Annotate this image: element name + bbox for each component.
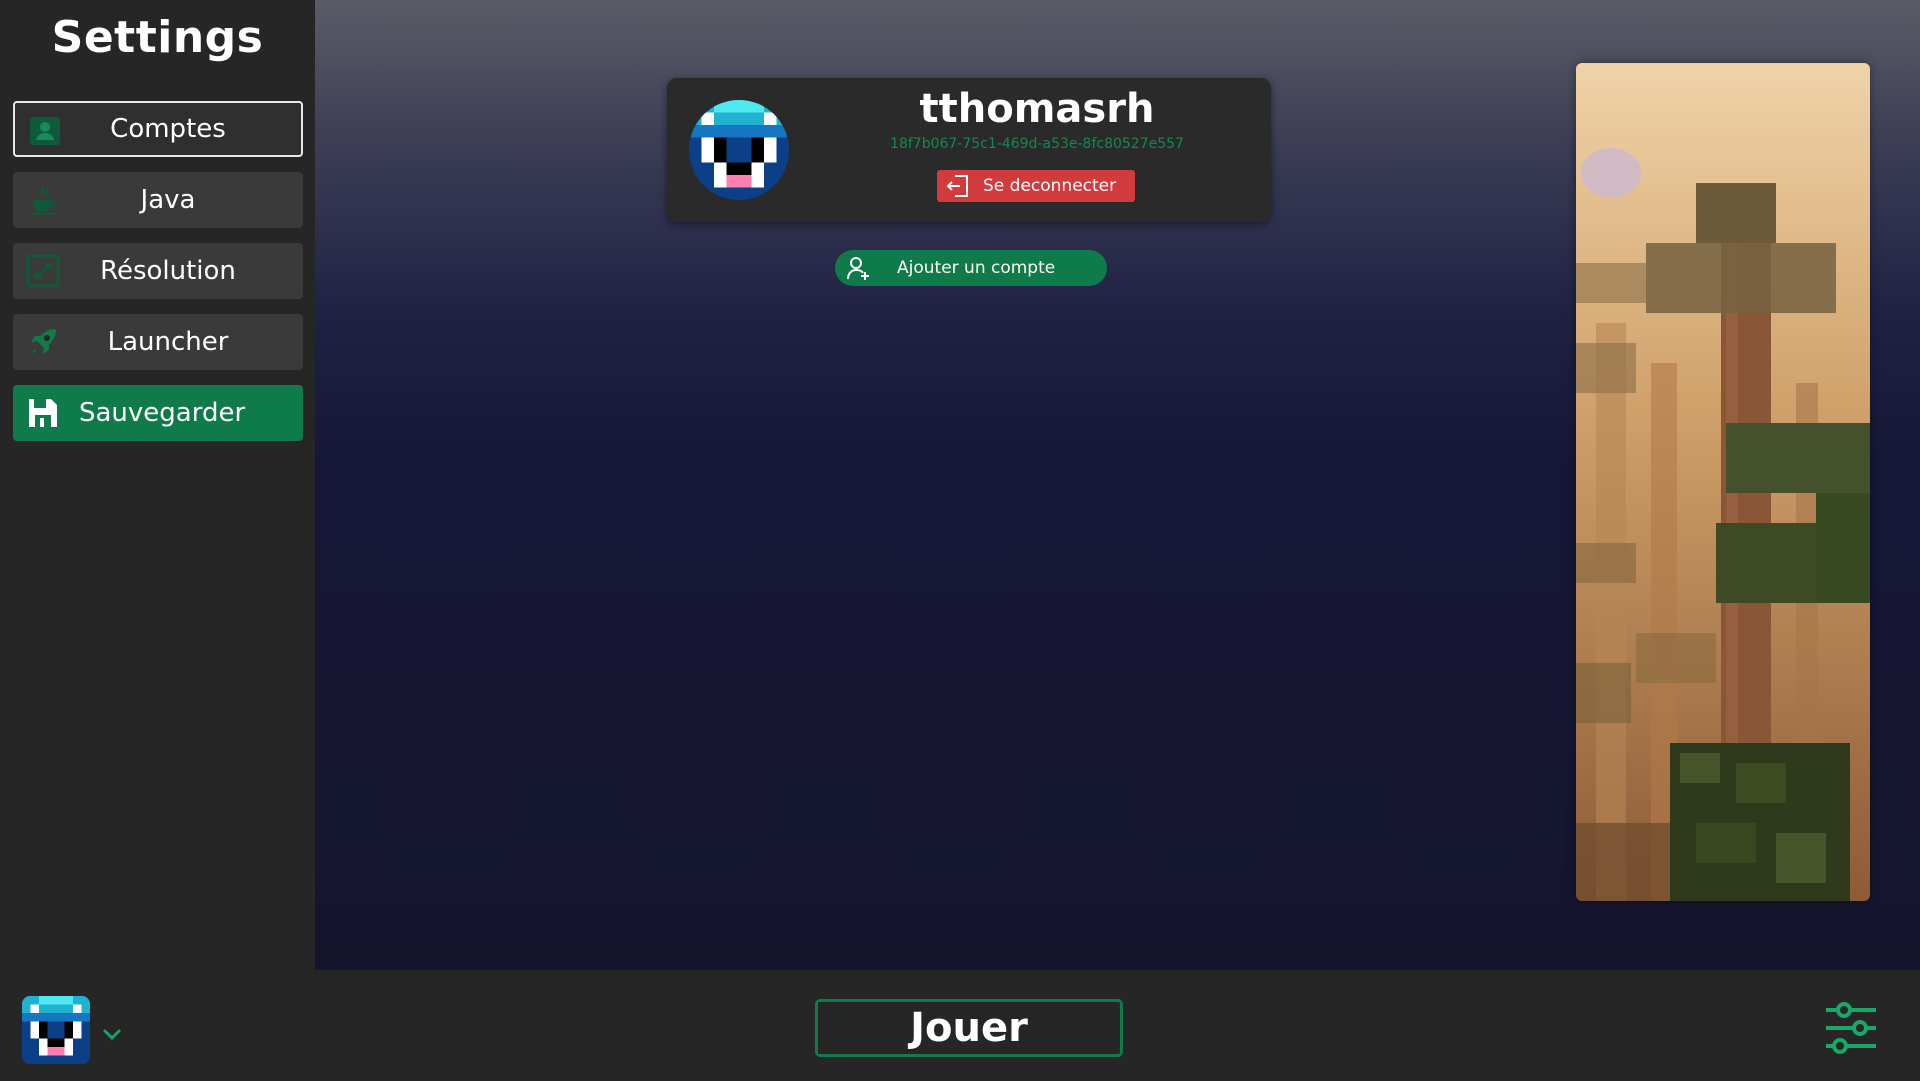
save-button[interactable]: Sauvegarder xyxy=(13,385,303,441)
chevron-down-icon[interactable] xyxy=(100,1026,124,1042)
background-preview-image xyxy=(1576,63,1870,901)
rocket-icon xyxy=(30,329,56,355)
sidebar-title: Settings xyxy=(51,12,264,63)
main-panel: tthomasrh 18f7b067-75c1-469d-a53e-8fc805… xyxy=(315,0,1920,970)
save-icon xyxy=(29,399,57,427)
sliders-settings-icon[interactable] xyxy=(1822,1000,1880,1056)
account-card: tthomasrh 18f7b067-75c1-469d-a53e-8fc805… xyxy=(667,78,1271,222)
resolution-icon xyxy=(26,254,60,288)
add-user-icon xyxy=(847,257,869,280)
bottom-avatar[interactable] xyxy=(22,996,90,1064)
account-card-icon xyxy=(30,117,60,145)
username: tthomasrh xyxy=(919,86,1155,132)
sidebar-item-comptes[interactable]: Comptes xyxy=(13,101,303,157)
add-account-label: Ajouter un compte xyxy=(897,258,1056,278)
avatar xyxy=(689,100,789,200)
settings-sidebar: Settings Comptes Java Résolution Launche… xyxy=(0,0,315,970)
logout-label: Se deconnecter xyxy=(983,176,1117,196)
bottom-bar: Jouer xyxy=(0,970,1920,1081)
sidebar-item-resolution[interactable]: Résolution xyxy=(13,243,303,299)
sidebar-item-launcher[interactable]: Launcher xyxy=(13,314,303,370)
java-icon xyxy=(31,185,55,215)
logout-button[interactable]: Se deconnecter xyxy=(937,170,1135,202)
sidebar-item-java[interactable]: Java xyxy=(13,172,303,228)
add-account-button[interactable]: Ajouter un compte xyxy=(835,250,1107,286)
logout-icon xyxy=(946,175,968,197)
account-uuid: 18f7b067-75c1-469d-a53e-8fc80527e557 xyxy=(890,136,1184,152)
play-button[interactable]: Jouer xyxy=(815,999,1123,1057)
